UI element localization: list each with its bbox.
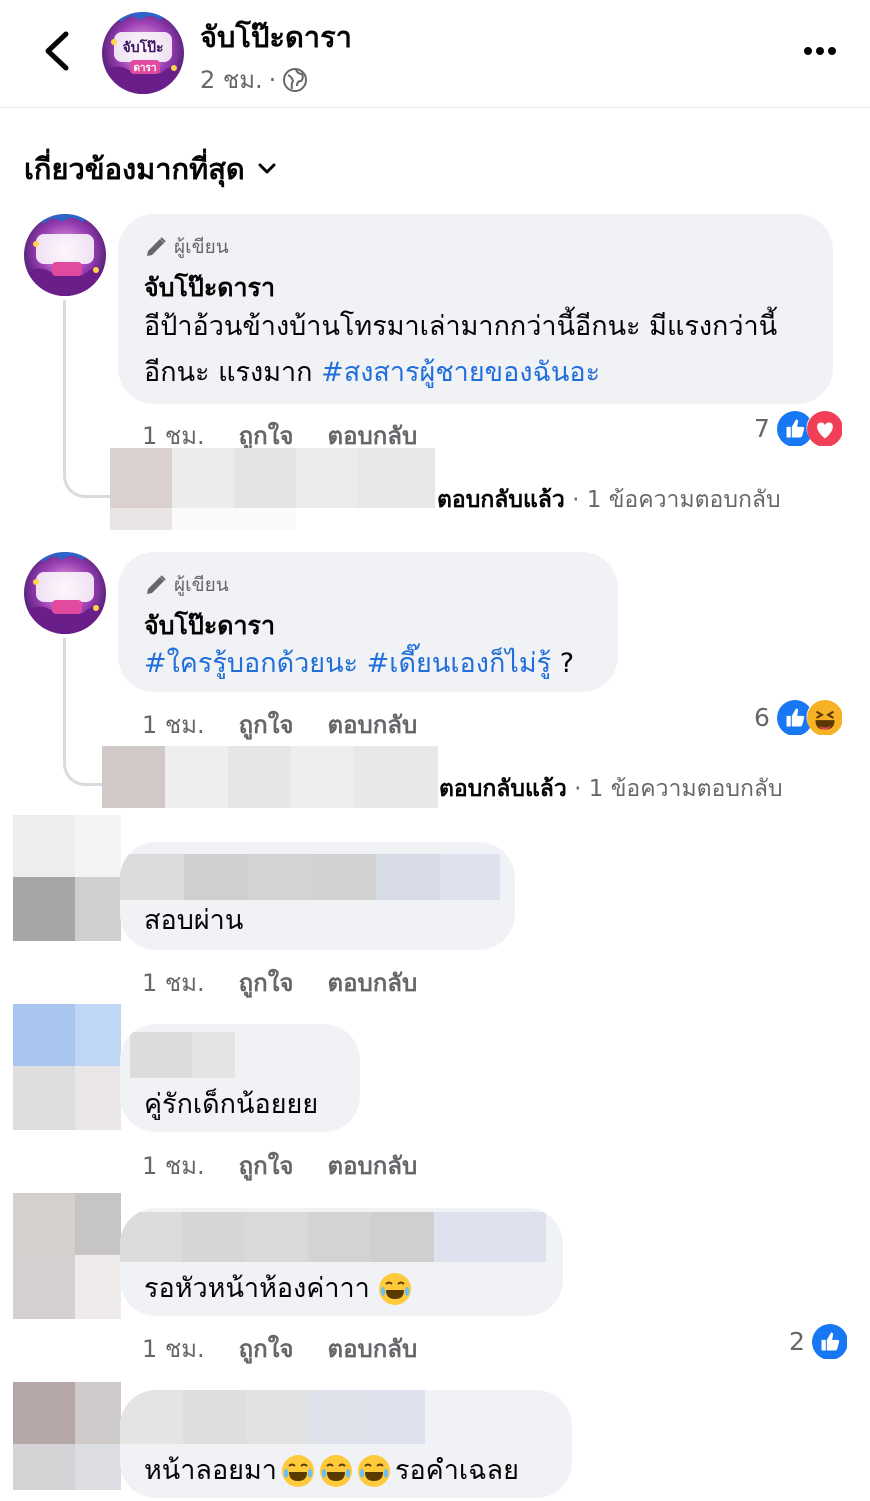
comment-bubble: คู่รักเด็กน้อยยย bbox=[120, 1024, 360, 1132]
comment-bubble: สอบผ่าน bbox=[120, 842, 515, 950]
like-reaction-icon bbox=[811, 1323, 847, 1359]
commenter-avatar-blurred[interactable] bbox=[13, 1193, 121, 1319]
blurred-commenter-name[interactable] bbox=[120, 1212, 546, 1262]
hashtag-link[interactable]: #เดี๊ยนเองก็ไม่รู้ bbox=[367, 648, 552, 679]
love-reaction-icon bbox=[806, 410, 842, 446]
reply-summary-sep: · bbox=[566, 776, 589, 802]
comment-text: สอบผ่าน bbox=[144, 905, 244, 936]
like-button[interactable]: ถูกใจ bbox=[239, 1329, 294, 1368]
comment-trailing: ? bbox=[551, 648, 575, 679]
author-badge: ผู้เขียน bbox=[144, 232, 229, 262]
reply-summary-count: 1 ข้อความตอบกลับ bbox=[586, 487, 781, 513]
reply-button[interactable]: ตอบกลับ bbox=[327, 1146, 417, 1185]
post-meta: 2 ชม. · bbox=[200, 60, 308, 99]
comment-bubble: ผู้เขียน จับโป๊ะดารา อีป้าอ้วนข้างบ้านโท… bbox=[118, 214, 833, 404]
pencil-icon bbox=[144, 235, 168, 259]
comment-actions: 1 ชม. ถูกใจ ตอบกลับ bbox=[142, 1146, 417, 1185]
laughing-emoji-icon bbox=[357, 1454, 391, 1488]
thread-line bbox=[63, 638, 106, 786]
comment-time: 1 ชม. bbox=[142, 969, 205, 997]
globe-icon bbox=[283, 67, 308, 92]
reply-summary-count: 1 ข้อความตอบกลับ bbox=[588, 776, 783, 802]
comment-actions: 1 ชม. ถูกใจ ตอบกลับ bbox=[142, 705, 417, 744]
comment-text: อีป้าอ้วนข้างบ้านโทรมาเล่ามากกว่านี้อีกน… bbox=[144, 304, 824, 396]
author-badge: ผู้เขียน bbox=[144, 570, 229, 600]
commenter-avatar-blurred[interactable] bbox=[13, 1004, 121, 1130]
comment-bubble: ผู้เขียน จับโป๊ะดารา #ใครรู้บอกด้วยนะ #เ… bbox=[118, 552, 618, 692]
commenter-avatar-blurred[interactable] bbox=[13, 815, 121, 941]
blurred-replier-info bbox=[102, 746, 438, 808]
laughing-emoji-icon bbox=[281, 1454, 315, 1488]
reply-summary-sep: · bbox=[564, 487, 587, 513]
header-divider bbox=[0, 107, 870, 108]
comment-text-content: รอหัวหน้าห้องค่าาา bbox=[144, 1273, 370, 1304]
comment-author[interactable]: จับโป๊ะดารา bbox=[144, 268, 275, 308]
comment-text: รอหัวหน้าห้องค่าาา bbox=[144, 1266, 412, 1312]
more-options-button[interactable] bbox=[800, 36, 840, 66]
comment-text-line-2: อีกนะ แรงมาก #สงสารผู้ชายของฉันอะ bbox=[144, 350, 824, 396]
comment-text-before: หน้าลอยมา bbox=[144, 1455, 277, 1486]
hashtag-link[interactable]: #ใครรู้บอกด้วยนะ bbox=[144, 648, 358, 679]
comment-text: #ใครรู้บอกด้วยนะ #เดี๊ยนเองก็ไม่รู้ ? bbox=[144, 641, 574, 687]
reaction-summary[interactable]: 2 bbox=[789, 1323, 847, 1359]
comment-time: 1 ชม. bbox=[142, 711, 205, 739]
comment-time: 1 ชม. bbox=[142, 1152, 205, 1180]
blurred-commenter-name[interactable] bbox=[120, 1390, 425, 1444]
reply-summary-action: ตอบกลับแล้ว bbox=[437, 487, 565, 513]
more-horizontal-icon bbox=[804, 47, 836, 55]
chevron-left-icon bbox=[45, 31, 69, 71]
haha-reaction-icon bbox=[806, 699, 842, 735]
like-button[interactable]: ถูกใจ bbox=[239, 963, 294, 1002]
commenter-avatar[interactable] bbox=[24, 214, 106, 296]
page-logo: จับโป๊ะ ดารา bbox=[102, 12, 184, 94]
comment-bubble: หน้าลอยมา รอคำเฉลย bbox=[120, 1390, 572, 1498]
comment-sort-dropdown[interactable]: เกี่ยวข้องมากที่สุด bbox=[24, 146, 277, 192]
comment-text-after: รอคำเฉลย bbox=[394, 1455, 519, 1486]
blurred-commenter-name[interactable] bbox=[120, 854, 500, 900]
comment-text: คู่รักเด็กน้อยยย bbox=[144, 1089, 319, 1120]
reaction-count: 7 bbox=[754, 413, 770, 443]
reply-button[interactable]: ตอบกลับ bbox=[327, 705, 417, 744]
comment-time: 1 ชม. bbox=[142, 1335, 205, 1363]
hashtag-link[interactable]: #สงสารผู้ชายของฉันอะ bbox=[321, 357, 600, 388]
reply-summary[interactable]: ตอบกลับแล้ว · 1 ข้อความตอบกลับ bbox=[439, 771, 783, 807]
thread-line bbox=[63, 300, 114, 498]
reaction-summary[interactable]: 6 bbox=[754, 699, 842, 735]
reply-summary[interactable]: ตอบกลับแล้ว · 1 ข้อความตอบกลับ bbox=[437, 482, 781, 518]
commenter-avatar[interactable] bbox=[24, 552, 106, 634]
comment-bubble: รอหัวหน้าห้องค่าาา bbox=[120, 1208, 563, 1316]
comment-text-line-1: อีป้าอ้วนข้างบ้านโทรมาเล่ามากกว่านี้อีกน… bbox=[144, 311, 778, 342]
logo-text-bottom: ดารา bbox=[133, 63, 156, 74]
author-badge-label: ผู้เขียน bbox=[174, 236, 229, 258]
comment-text-line-2-text: อีกนะ แรงมาก bbox=[144, 357, 322, 388]
laughing-emoji-icon bbox=[378, 1272, 412, 1306]
comment-actions: 1 ชม. ถูกใจ ตอบกลับ bbox=[142, 963, 417, 1002]
laughing-emoji-icon bbox=[319, 1454, 353, 1488]
logo-text-top: จับโป๊ะ bbox=[122, 38, 163, 56]
page-avatar[interactable]: จับโป๊ะ ดารา bbox=[102, 12, 184, 94]
reaction-summary[interactable]: 7 bbox=[754, 410, 842, 446]
post-time: 2 ชม. bbox=[200, 66, 263, 94]
like-button[interactable]: ถูกใจ bbox=[239, 1146, 294, 1185]
reply-button[interactable]: ตอบกลับ bbox=[327, 963, 417, 1002]
comment-author[interactable]: จับโป๊ะดารา bbox=[144, 606, 275, 646]
pencil-icon bbox=[144, 573, 168, 597]
reaction-count: 6 bbox=[754, 702, 770, 732]
page-name[interactable]: จับโป๊ะดารา bbox=[200, 14, 352, 60]
comment-text: หน้าลอยมา รอคำเฉลย bbox=[144, 1448, 519, 1494]
blurred-replier-info bbox=[110, 448, 435, 530]
sort-label: เกี่ยวข้องมากที่สุด bbox=[24, 152, 245, 186]
commenter-avatar-blurred[interactable] bbox=[13, 1382, 121, 1490]
chevron-down-icon bbox=[258, 163, 276, 174]
reply-summary-action: ตอบกลับแล้ว bbox=[439, 776, 567, 802]
reaction-count: 2 bbox=[789, 1326, 805, 1356]
author-badge-label: ผู้เขียน bbox=[174, 574, 229, 596]
reply-button[interactable]: ตอบกลับ bbox=[327, 1329, 417, 1368]
meta-separator: · bbox=[268, 65, 277, 94]
blurred-commenter-name[interactable] bbox=[130, 1032, 235, 1078]
like-button[interactable]: ถูกใจ bbox=[239, 705, 294, 744]
comment-actions: 1 ชม. ถูกใจ ตอบกลับ bbox=[142, 1329, 417, 1368]
back-button[interactable] bbox=[38, 28, 78, 74]
